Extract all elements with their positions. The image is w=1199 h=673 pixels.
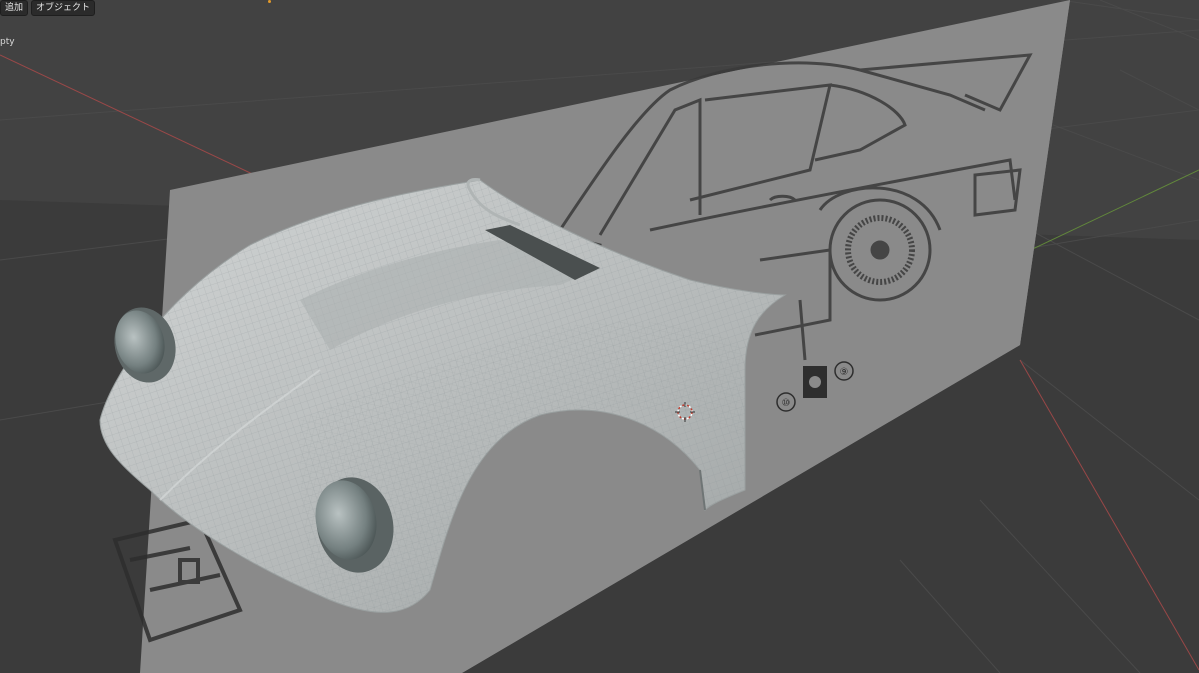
add-menu-button[interactable]: 追加 [0, 0, 29, 16]
circled-number-9: ⑨ [840, 367, 849, 378]
object-name-label: pty [0, 37, 15, 47]
active-indicator-dot [268, 0, 271, 3]
object-menu-button[interactable]: オブジェクト [31, 0, 96, 16]
circled-number-10: ⑩ [782, 398, 791, 409]
3d-viewport[interactable]: ⑩ ⑨ [0, 0, 1199, 673]
viewport-header: 追加 オブジェクト [0, 0, 96, 16]
